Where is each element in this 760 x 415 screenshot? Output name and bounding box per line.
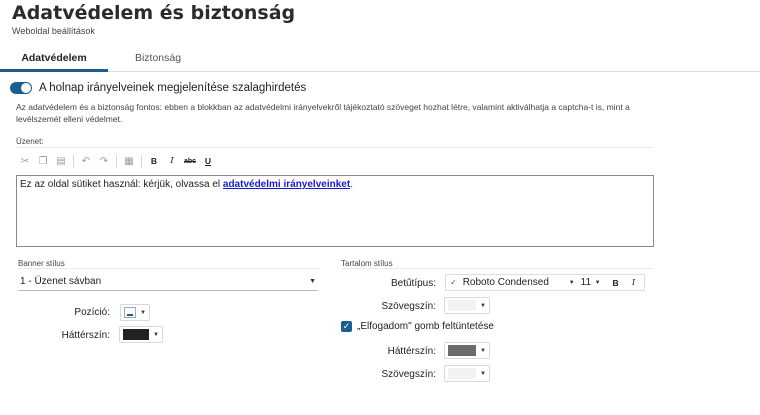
button-bg-label: Háttérszín: — [387, 346, 436, 357]
copy-icon[interactable]: ❐ — [34, 152, 52, 170]
underline-button[interactable]: U — [199, 152, 217, 170]
redo-icon[interactable]: ↷ — [95, 152, 113, 170]
message-editor[interactable]: Ez az oldal sütiket használ: kérjük, olv… — [16, 175, 654, 247]
font-label: Betűtípus: — [390, 278, 436, 289]
chevron-down-icon: ▼ — [480, 302, 486, 309]
position-picker[interactable]: ▼ — [120, 304, 150, 321]
message-text: Ez az oldal sütiket használ: kérjük, olv… — [20, 179, 223, 190]
button-text-color-picker[interactable]: ▼ — [444, 365, 490, 382]
toggle-knob — [21, 83, 31, 93]
banner-bg-color-picker[interactable]: ▼ — [119, 326, 163, 343]
chevron-down-icon: ▼ — [153, 331, 159, 338]
chevron-down-icon: ▼ — [309, 278, 316, 285]
text-color-label: Szövegszín: — [381, 301, 436, 312]
banner-style-value: 1 - Üzenet sávban — [20, 276, 102, 287]
strikethrough-button[interactable]: abc — [181, 152, 199, 170]
tab-bar: Adatvédelem Biztonság — [0, 46, 760, 72]
button-bg-color-picker[interactable]: ▼ — [444, 342, 490, 359]
editor-toolbar: ✂ ❐ ▤ ↶ ↷ ▦ B I abc U — [16, 152, 217, 170]
divider — [341, 268, 654, 269]
message-label: Üzenet: — [16, 137, 44, 146]
toolbar-separator — [141, 154, 142, 168]
italic-button[interactable]: I — [163, 152, 181, 170]
chevron-down-icon: ▼ — [140, 309, 146, 316]
font-selector: ✓ Roboto Condensed ▼ 11 ▼ B I — [445, 274, 645, 291]
message-text-end: . — [350, 179, 353, 190]
bold-button[interactable]: B — [145, 152, 163, 170]
page-subtitle: Weboldal beállítások — [12, 26, 95, 36]
button-text-color-swatch — [448, 368, 477, 379]
button-bg-swatch — [448, 345, 477, 356]
privacy-policy-link[interactable]: adatvédelmi irányelveinket — [223, 179, 350, 190]
font-family-select[interactable]: Roboto Condensed — [463, 277, 569, 288]
page-title: Adatvédelem és biztonság — [12, 2, 296, 24]
chevron-down-icon[interactable]: ▼ — [569, 280, 575, 286]
chevron-down-icon[interactable]: ▼ — [595, 280, 601, 286]
banner-style-select[interactable]: 1 - Üzenet sávban ▼ — [18, 274, 318, 291]
font-italic-button[interactable]: I — [625, 278, 643, 288]
banner-bg-label: Háttérszín: — [61, 330, 110, 341]
description-text: Az adatvédelem és a biztonság fontos: eb… — [16, 102, 630, 124]
button-text-color-label: Szövegszín: — [381, 369, 436, 380]
text-color-swatch — [448, 300, 477, 311]
tab-security[interactable]: Biztonság — [108, 46, 208, 72]
accept-button-label: „Elfogadom" gomb feltüntetése — [357, 321, 494, 332]
position-label: Pozíció: — [74, 307, 110, 318]
banner-toggle-switch[interactable] — [10, 82, 32, 94]
banner-style-label: Banner stílus — [18, 259, 65, 268]
content-style-label: Tartalom stílus — [341, 259, 393, 268]
accept-button-checkbox[interactable]: ✓ — [341, 321, 352, 332]
paste-text-icon[interactable]: ▦ — [120, 152, 138, 170]
position-bottom-icon — [124, 307, 137, 318]
divider — [16, 147, 654, 148]
checkmark-icon: ✓ — [450, 278, 457, 287]
banner-toggle-row: A holnap irányelveinek megjelenítése sza… — [10, 80, 306, 96]
cut-icon[interactable]: ✂ — [16, 152, 34, 170]
undo-icon[interactable]: ↶ — [77, 152, 95, 170]
text-color-picker[interactable]: ▼ — [444, 297, 490, 314]
tab-privacy[interactable]: Adatvédelem — [0, 46, 108, 72]
banner-bg-swatch — [123, 329, 150, 340]
divider — [18, 268, 320, 269]
chevron-down-icon: ▼ — [480, 370, 486, 377]
font-bold-button[interactable]: B — [607, 278, 625, 288]
accept-button-row: ✓ „Elfogadom" gomb feltüntetése — [341, 321, 494, 332]
toolbar-separator — [116, 154, 117, 168]
font-size-select[interactable]: 11 — [581, 277, 595, 288]
paste-icon[interactable]: ▤ — [52, 152, 70, 170]
toolbar-separator — [73, 154, 74, 168]
chevron-down-icon: ▼ — [480, 347, 486, 354]
banner-toggle-label: A holnap irányelveinek megjelenítése sza… — [39, 82, 307, 94]
